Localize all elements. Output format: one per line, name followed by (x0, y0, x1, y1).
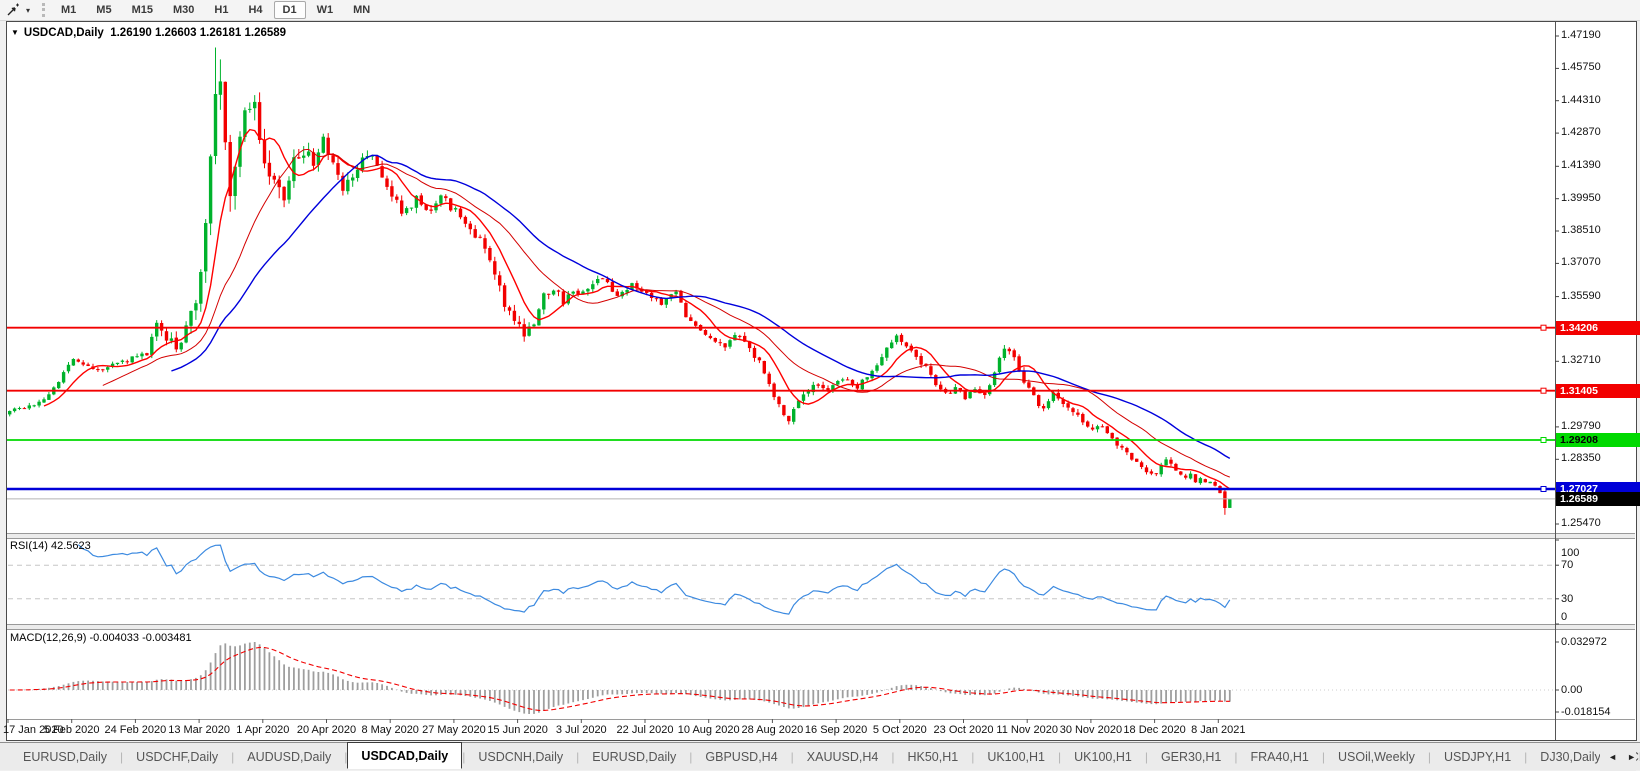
tab-eurusd-daily[interactable]: EURUSD,Daily (10, 745, 120, 769)
timeframe-button-mn[interactable]: MN (344, 1, 379, 19)
timeframe-button-d1[interactable]: D1 (274, 1, 306, 19)
timeframe-button-m30[interactable]: M30 (164, 1, 203, 19)
rsi-scale-0: 0 (1561, 611, 1567, 623)
rsi-scale-100: 100 (1561, 547, 1579, 559)
crosshair-tool-icon[interactable] (4, 2, 22, 18)
price-tick-1.28350[interactable]: 1.28350 (1561, 452, 1601, 464)
time-label-10[interactable]: 3 Jul 2020 (556, 724, 607, 736)
time-label-18[interactable]: 30 Nov 2020 (1060, 724, 1122, 736)
price-tick-1.32710[interactable]: 1.32710 (1561, 354, 1601, 366)
tab-scroll-right-icon[interactable]: ► (1627, 752, 1636, 762)
tab-hk50-h1[interactable]: HK50,H1 (894, 745, 971, 769)
time-label-6[interactable]: 20 Apr 2020 (297, 724, 356, 736)
time-label-7[interactable]: 8 May 2020 (361, 724, 418, 736)
macd-scale-zero: 0.00 (1561, 684, 1582, 696)
tab-fra40-h1[interactable]: FRA40,H1 (1238, 745, 1322, 769)
price-tick-1.44310[interactable]: 1.44310 (1561, 94, 1601, 106)
rsi-name: RSI(14) (10, 540, 48, 552)
time-label-16[interactable]: 23 Oct 2020 (934, 724, 994, 736)
tab-uk100-h1[interactable]: UK100,H1 (1061, 745, 1145, 769)
tab-usdcad-daily[interactable]: USDCAD,Daily (347, 742, 462, 769)
tab-gbpusd-h4[interactable]: GBPUSD,H4 (692, 745, 790, 769)
price-axis-line (1555, 22, 1556, 740)
rsi-scale-70: 70 (1561, 559, 1573, 571)
price-tick-1.42870[interactable]: 1.42870 (1561, 126, 1601, 138)
price-badge-1.29208: 1.29208 (1556, 433, 1640, 447)
chart-window[interactable] (6, 21, 1637, 741)
price-badge-1.31405: 1.31405 (1556, 384, 1640, 398)
price-tick-1.35590[interactable]: 1.35590 (1561, 290, 1601, 302)
macd-scale-min: -0.018154 (1561, 706, 1611, 718)
timeframe-button-h1[interactable]: H1 (205, 1, 237, 19)
price-tick-1.45750[interactable]: 1.45750 (1561, 61, 1601, 73)
time-label-14[interactable]: 16 Sep 2020 (805, 724, 867, 736)
price-tick-1.39950[interactable]: 1.39950 (1561, 192, 1601, 204)
tab-usdchf-daily[interactable]: USDCHF,Daily (123, 745, 231, 769)
chart-menu-triangle-icon[interactable]: ▼ (11, 28, 19, 37)
symbol-tabs: EURUSD,Daily|USDCHF,Daily|AUDUSD,Daily|U… (10, 744, 1640, 769)
price-tick-1.37070[interactable]: 1.37070 (1561, 256, 1601, 268)
rsi-scale-30: 30 (1561, 593, 1573, 605)
time-label-8[interactable]: 27 May 2020 (422, 724, 486, 736)
time-label-11[interactable]: 22 Jul 2020 (617, 724, 674, 736)
timeframe-button-m15[interactable]: M15 (123, 1, 162, 19)
macd-indicator-label: MACD(12,26,9) -0.004033 -0.003481 (10, 632, 192, 644)
timeframe-toolbar: ▾ M1M5M15M30H1H4D1W1MN (0, 0, 1640, 21)
price-tick-1.25470[interactable]: 1.25470 (1561, 517, 1601, 529)
time-label-20[interactable]: 8 Jan 2021 (1191, 724, 1245, 736)
tab-uk100-h1[interactable]: UK100,H1 (974, 745, 1058, 769)
timeframe-button-h4[interactable]: H4 (239, 1, 271, 19)
macd-values: -0.004033 -0.003481 (89, 632, 191, 644)
tab-audusd-daily[interactable]: AUDUSD,Daily (234, 745, 344, 769)
price-badge-1.34206: 1.34206 (1556, 321, 1640, 335)
time-label-2[interactable]: 5 Feb 2020 (44, 724, 100, 736)
time-label-3[interactable]: 24 Feb 2020 (105, 724, 167, 736)
price-tick-1.38510[interactable]: 1.38510 (1561, 224, 1601, 236)
price-tick-1.29790[interactable]: 1.29790 (1561, 420, 1601, 432)
timeframe-buttons: M1M5M15M30H1H4D1W1MN (51, 1, 380, 19)
symbol-tabbar: EURUSD,Daily|USDCHF,Daily|AUDUSD,Daily|U… (0, 742, 1640, 770)
tab-usoil-weekly[interactable]: USOil,Weekly (1325, 745, 1428, 769)
tab-xauusd-h4[interactable]: XAUUSD,H4 (794, 745, 892, 769)
chart-ohlc-values: 1.26190 1.26603 1.26181 1.26589 (110, 27, 286, 39)
timeframe-button-m1[interactable]: M1 (52, 1, 85, 19)
time-label-17[interactable]: 11 Nov 2020 (996, 724, 1058, 736)
macd-scale-max: 0.032972 (1561, 636, 1607, 648)
timeframe-button-m5[interactable]: M5 (87, 1, 120, 19)
time-label-19[interactable]: 18 Dec 2020 (1123, 724, 1185, 736)
tab-usdcnh-daily[interactable]: USDCNH,Daily (465, 745, 576, 769)
tab-eurusd-daily[interactable]: EURUSD,Daily (579, 745, 689, 769)
macd-name: MACD(12,26,9) (10, 632, 86, 644)
time-label-4[interactable]: 13 Mar 2020 (168, 724, 230, 736)
time-label-12[interactable]: 10 Aug 2020 (678, 724, 740, 736)
panel-splitter-rsi-macd[interactable] (7, 624, 1635, 630)
current-price-badge: 1.26589 (1556, 492, 1640, 506)
toolbar-grip (42, 3, 45, 17)
tab-scroll-left-icon[interactable]: ◄ (1608, 752, 1617, 762)
price-tick-1.47190[interactable]: 1.47190 (1561, 29, 1601, 41)
time-label-5[interactable]: 1 Apr 2020 (236, 724, 289, 736)
chart-title: ▼ USDCAD,Daily 1.26190 1.26603 1.26181 1.… (11, 27, 286, 39)
timeframe-button-w1[interactable]: W1 (308, 1, 343, 19)
time-label-9[interactable]: 15 Jun 2020 (487, 724, 548, 736)
chart-symbol-label: USDCAD,Daily (24, 27, 104, 39)
tab-scroll-buttons: ◄ ► (1600, 743, 1636, 771)
tab-usdjpy-h1[interactable]: USDJPY,H1 (1431, 745, 1524, 769)
panel-splitter-main-rsi[interactable] (7, 533, 1635, 539)
price-tick-1.41390[interactable]: 1.41390 (1561, 159, 1601, 171)
rsi-indicator-label: RSI(14) 42.5623 (10, 540, 91, 552)
time-label-13[interactable]: 28 Aug 2020 (741, 724, 803, 736)
rsi-value: 42.5623 (51, 540, 91, 552)
time-label-15[interactable]: 5 Oct 2020 (873, 724, 927, 736)
time-axis-line (7, 719, 1635, 720)
caret-down-icon[interactable]: ▾ (22, 6, 34, 15)
tab-ger30-h1[interactable]: GER30,H1 (1148, 745, 1234, 769)
